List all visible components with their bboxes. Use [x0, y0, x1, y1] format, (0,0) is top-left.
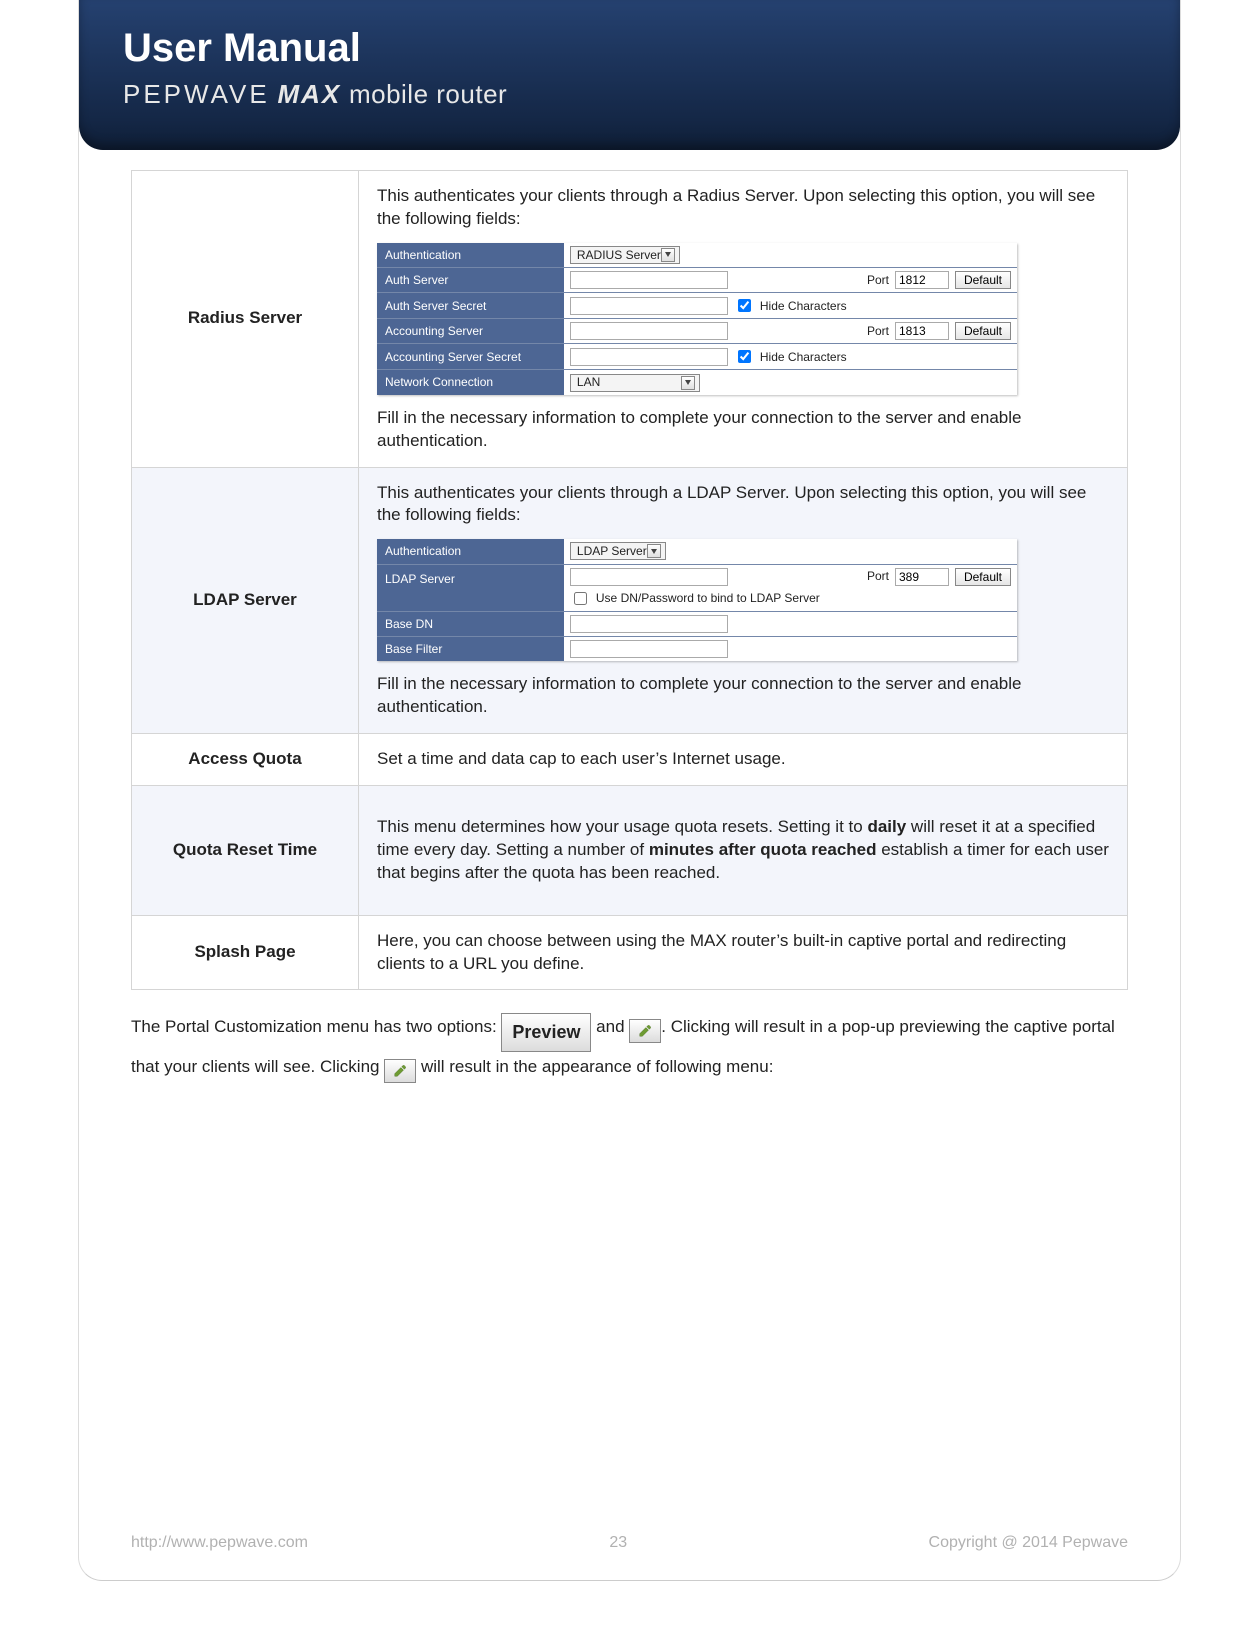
quota-reset-desc: This menu determines how your usage quot…	[359, 785, 1128, 915]
radius-auth-label: Authentication	[377, 243, 564, 268]
radius-netconn-value: LAN	[564, 370, 1017, 395]
ldap-default-button[interactable]: Default	[955, 568, 1011, 586]
radius-acctserver-host-input[interactable]	[570, 322, 728, 340]
radius-acctserver-label: Accounting Server	[377, 319, 564, 344]
header-brand: PEPWAVE	[123, 79, 270, 109]
radius-authsecret-value: Hide Characters	[564, 293, 1017, 319]
radius-authserver-label: Auth Server	[377, 268, 564, 293]
ldap-port-input[interactable]	[895, 568, 949, 586]
hide-characters-label: Hide Characters	[760, 298, 847, 314]
splash-page-desc: Here, you can choose between using the M…	[359, 915, 1128, 990]
radius-acctserver-value: Port Default	[564, 319, 1017, 344]
ldap-intro: This authenticates your clients through …	[377, 482, 1109, 528]
radius-acctsecret-label: Accounting Server Secret	[377, 344, 564, 370]
ldap-host-input[interactable]	[570, 568, 728, 586]
radius-auth-dropdown-value: RADIUS Server	[577, 247, 661, 263]
radius-authserver-port-label: Port	[867, 272, 889, 288]
header-product-line: PEPWAVE MAX mobile router	[123, 79, 1136, 110]
quota-reset-text-pre: This menu determines how your usage quot…	[377, 817, 867, 836]
radius-netconn-dropdown-value: LAN	[577, 374, 600, 390]
row-access-quota: Access Quota Set a time and data cap to …	[132, 733, 1128, 785]
ldap-server-label: LDAP Server	[132, 467, 359, 733]
radius-authserver-value: Port Default	[564, 268, 1017, 293]
radius-acctserver-port-input[interactable]	[895, 322, 949, 340]
radius-subtable: Authentication RADIUS Server	[377, 243, 1017, 395]
page-frame: User Manual PEPWAVE MAX mobile router Ra…	[78, 0, 1181, 1581]
para-pre: The Portal Customization menu has two op…	[131, 1017, 501, 1036]
ldap-server-desc: This authenticates your clients through …	[359, 467, 1128, 733]
radius-authserver-default-button[interactable]: Default	[955, 271, 1011, 289]
ldap-use-dn-label: Use DN/Password to bind to LDAP Server	[596, 590, 820, 606]
radius-outro: Fill in the necessary information to com…	[377, 407, 1109, 453]
ldap-host-label: LDAP Server	[377, 564, 564, 611]
radius-acctsecret-value: Hide Characters	[564, 344, 1017, 370]
ldap-outro: Fill in the necessary information to com…	[377, 673, 1109, 719]
pencil-icon	[393, 1064, 407, 1078]
page-footer: http://www.pepwave.com 23 Copyright @ 20…	[131, 1534, 1128, 1552]
quota-reset-label: Quota Reset Time	[132, 785, 359, 915]
access-quota-desc: Set a time and data cap to each user’s I…	[359, 733, 1128, 785]
document-page: User Manual PEPWAVE MAX mobile router Ra…	[0, 0, 1259, 1651]
para-and: and	[591, 1017, 629, 1036]
row-ldap-server: LDAP Server This authenticates your clie…	[132, 467, 1128, 733]
radius-netconn-label: Network Connection	[377, 370, 564, 395]
ldap-base-dn-input[interactable]	[570, 615, 728, 633]
header-product-light: mobile router	[349, 79, 507, 109]
chevron-down-icon	[681, 376, 695, 390]
quota-reset-bold-minutes: minutes after quota reached	[649, 840, 877, 859]
ldap-base-filter-input[interactable]	[570, 640, 728, 658]
ldap-auth-value: LDAP Server	[564, 539, 1017, 564]
ldap-subtable: Authentication LDAP Server	[377, 539, 1017, 661]
chevron-down-icon	[647, 544, 661, 558]
ldap-base-filter-label: Base Filter	[377, 636, 564, 661]
radius-acctserver-default-button[interactable]: Default	[955, 322, 1011, 340]
chevron-down-icon	[661, 248, 675, 262]
radius-server-desc: This authenticates your clients through …	[359, 171, 1128, 468]
edit-button-2[interactable]	[384, 1059, 416, 1083]
header-product-bold: MAX	[277, 79, 341, 109]
row-splash-page: Splash Page Here, you can choose between…	[132, 915, 1128, 990]
ldap-base-dn-label: Base DN	[377, 611, 564, 636]
access-quota-label: Access Quota	[132, 733, 359, 785]
radius-intro: This authenticates your clients through …	[377, 185, 1109, 231]
footer-url: http://www.pepwave.com	[131, 1534, 308, 1552]
ldap-base-filter-value	[564, 636, 1017, 661]
portal-customization-paragraph: The Portal Customization menu has two op…	[131, 1012, 1128, 1082]
ldap-auth-dropdown[interactable]: LDAP Server	[570, 542, 666, 560]
radius-authsecret-label: Auth Server Secret	[377, 293, 564, 319]
radius-acctsecret-input[interactable]	[570, 348, 728, 366]
radius-authsecret-input[interactable]	[570, 297, 728, 315]
footer-copyright: Copyright @ 2014 Pepwave	[929, 1534, 1128, 1552]
document-header: User Manual PEPWAVE MAX mobile router	[79, 0, 1180, 150]
splash-page-label: Splash Page	[132, 915, 359, 990]
radius-authserver-port-input[interactable]	[895, 271, 949, 289]
radius-authserver-host-input[interactable]	[570, 271, 728, 289]
settings-table: Radius Server This authenticates your cl…	[131, 170, 1128, 990]
ldap-auth-label: Authentication	[377, 539, 564, 564]
row-quota-reset: Quota Reset Time This menu determines ho…	[132, 785, 1128, 915]
para-tail: will result in the appearance of followi…	[416, 1057, 773, 1076]
edit-button[interactable]	[629, 1019, 661, 1043]
footer-page-number: 23	[308, 1534, 929, 1552]
radius-auth-dropdown[interactable]: RADIUS Server	[570, 246, 680, 264]
hide-characters-label-2: Hide Characters	[760, 349, 847, 365]
ldap-host-value: Port Default Use DN/Password to bind to …	[564, 564, 1017, 611]
content-area: Radius Server This authenticates your cl…	[79, 150, 1180, 1125]
pencil-icon	[638, 1024, 652, 1038]
radius-acctsecret-hide-checkbox[interactable]	[738, 350, 751, 363]
radius-server-label: Radius Server	[132, 171, 359, 468]
preview-button[interactable]: Preview	[501, 1013, 591, 1051]
radius-acctserver-port-label: Port	[867, 323, 889, 339]
radius-authsecret-hide-checkbox[interactable]	[738, 299, 751, 312]
radius-netconn-dropdown[interactable]: LAN	[570, 374, 700, 392]
row-radius-server: Radius Server This authenticates your cl…	[132, 171, 1128, 468]
ldap-base-dn-value	[564, 611, 1017, 636]
quota-reset-bold-daily: daily	[867, 817, 906, 836]
header-title: User Manual	[123, 26, 1136, 71]
ldap-auth-dropdown-value: LDAP Server	[577, 543, 647, 559]
ldap-port-label: Port	[867, 568, 889, 584]
radius-auth-value: RADIUS Server	[564, 243, 1017, 268]
ldap-use-dn-checkbox[interactable]	[574, 592, 587, 605]
